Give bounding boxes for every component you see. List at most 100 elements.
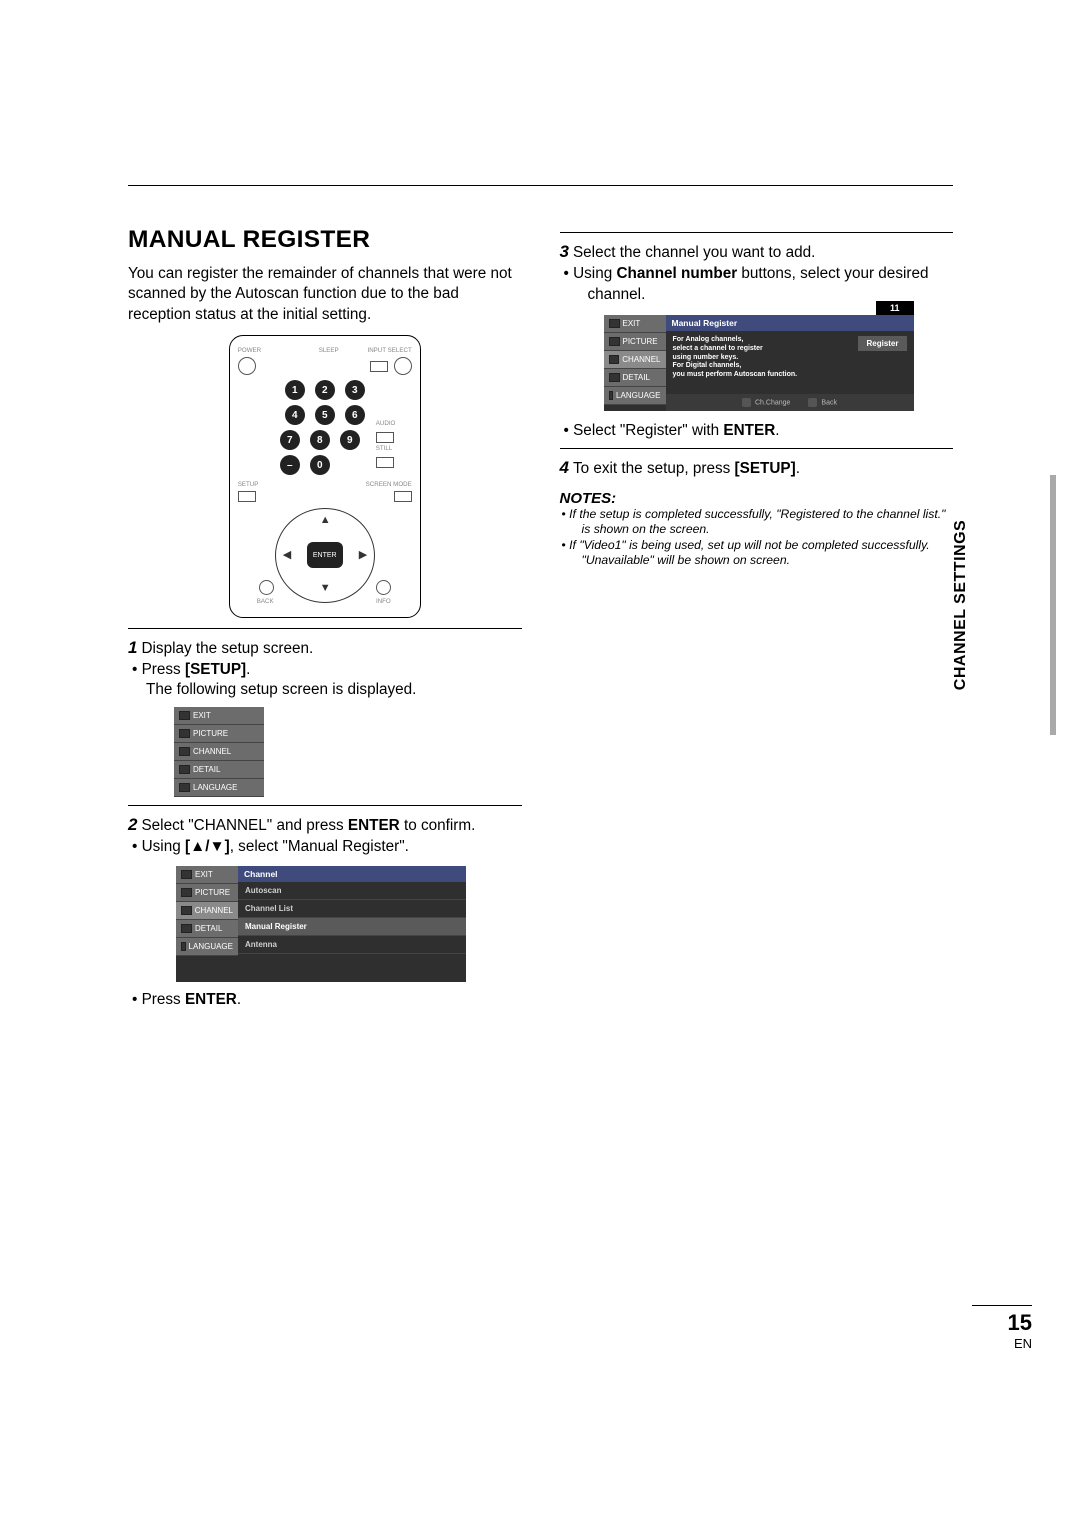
num-1: 1 bbox=[285, 380, 305, 400]
input-label: INPUT SELECT bbox=[367, 347, 411, 354]
osd2-item-exit: EXIT bbox=[176, 866, 238, 884]
osd2-header: Channel bbox=[238, 866, 466, 882]
note-2: If "Video1" is being used, set up will n… bbox=[574, 538, 954, 569]
osd3-item-language: LANGUAGE bbox=[604, 387, 666, 405]
step-3: 3Select the channel you want to add. bbox=[560, 241, 954, 264]
left-column: MANUAL REGISTER You can register the rem… bbox=[128, 226, 522, 1010]
page-number: 15 bbox=[1008, 1310, 1032, 1336]
osd3-item-detail: DETAIL bbox=[604, 369, 666, 387]
enter-button: ENTER bbox=[307, 542, 343, 568]
osd3-header: Manual Register bbox=[666, 315, 914, 331]
info-button bbox=[376, 580, 391, 595]
power-button bbox=[238, 357, 256, 375]
num-6: 6 bbox=[345, 405, 365, 425]
num-9: 9 bbox=[340, 430, 360, 450]
back-icon bbox=[808, 398, 817, 407]
exit-icon bbox=[179, 711, 190, 720]
right-arrow-icon: ▶ bbox=[359, 548, 367, 561]
still-button bbox=[376, 457, 394, 468]
osd3-footer: Ch.Change Back bbox=[666, 394, 914, 411]
up-arrow-icon: ▲ bbox=[320, 514, 331, 526]
step-2-bullet-1: Using [▲/▼], select "Manual Register". bbox=[146, 837, 522, 858]
step-4: 4To exit the setup, press [SETUP]. bbox=[560, 457, 954, 480]
language-icon bbox=[179, 783, 190, 792]
sleep-button bbox=[370, 361, 388, 372]
keypad-icon bbox=[742, 398, 751, 407]
dpad: ▲ ▼ ◀ ▶ ENTER BACK INFO bbox=[265, 508, 385, 603]
exit-icon bbox=[181, 870, 192, 879]
section-tab-label: CHANNEL SETTINGS bbox=[952, 520, 970, 690]
osd3-item-exit: EXIT bbox=[604, 315, 666, 333]
language-icon bbox=[609, 391, 614, 400]
step-2-bullet-2: Press ENTER. bbox=[146, 990, 522, 1011]
setup-label: SETUP bbox=[238, 481, 259, 488]
detail-icon bbox=[181, 924, 192, 933]
osd2-item-picture: PICTURE bbox=[176, 884, 238, 902]
osd3-item-channel: CHANNEL bbox=[604, 351, 666, 369]
down-arrow-icon: ▼ bbox=[320, 582, 331, 594]
power-label: POWER bbox=[238, 347, 261, 354]
osd-item-picture: PICTURE bbox=[174, 725, 264, 743]
osd2-item-channel: CHANNEL bbox=[176, 902, 238, 920]
osd-manual-register: EXIT PICTURE CHANNEL DETAIL LANGUAGE Man… bbox=[604, 315, 914, 411]
step-3-bullet-1: Using Channel number buttons, select you… bbox=[578, 264, 954, 305]
page-language: EN bbox=[1014, 1336, 1032, 1351]
num-5: 5 bbox=[315, 405, 335, 425]
picture-icon bbox=[181, 888, 192, 897]
osd-item-language: LANGUAGE bbox=[174, 779, 264, 797]
screen-label: SCREEN MODE bbox=[366, 481, 412, 488]
detail-icon bbox=[609, 373, 620, 382]
channel-icon bbox=[179, 747, 190, 756]
note-1: If the setup is completed successfully, … bbox=[574, 507, 954, 538]
step-1-bullet-1: Press [SETUP]. bbox=[146, 660, 522, 681]
remote-diagram: POWER SLEEP INPUT SELECT 123 456 78 bbox=[229, 335, 421, 618]
step-1-after: The following setup screen is displayed. bbox=[146, 681, 522, 699]
back-label: BACK bbox=[257, 598, 274, 605]
notes-heading: NOTES: bbox=[560, 490, 954, 507]
still-label: STILL bbox=[376, 445, 393, 452]
num-8: 8 bbox=[310, 430, 330, 450]
audio-button bbox=[376, 432, 394, 443]
osd-setup-menu: EXIT PICTURE CHANNEL DETAIL LANGUAGE bbox=[174, 707, 264, 797]
picture-icon bbox=[179, 729, 190, 738]
input-button bbox=[394, 357, 412, 375]
num-0: 0 bbox=[310, 455, 330, 475]
osd2-item-detail: DETAIL bbox=[176, 920, 238, 938]
page-number-rule bbox=[972, 1305, 1032, 1306]
right-column: 3Select the channel you want to add. Usi… bbox=[560, 226, 954, 1010]
step-1: 1Display the setup screen. bbox=[128, 637, 522, 660]
osd2-row-manual-register: Manual Register bbox=[238, 918, 466, 936]
audio-label: AUDIO bbox=[376, 420, 396, 427]
num-7: 7 bbox=[280, 430, 300, 450]
language-icon bbox=[181, 942, 186, 951]
osd2-row-autoscan: Autoscan bbox=[238, 882, 466, 900]
channel-indicator: 11 bbox=[876, 301, 914, 315]
num-4: 4 bbox=[285, 405, 305, 425]
num-2: 2 bbox=[315, 380, 335, 400]
setup-button bbox=[238, 491, 256, 502]
back-button bbox=[259, 580, 274, 595]
register-box: Register bbox=[858, 336, 906, 351]
sleep-label: SLEEP bbox=[319, 347, 339, 354]
osd3-item-picture: PICTURE bbox=[604, 333, 666, 351]
section-tab: CHANNEL SETTINGS bbox=[1028, 475, 1050, 735]
page-title: MANUAL REGISTER bbox=[128, 226, 522, 254]
num-3: 3 bbox=[345, 380, 365, 400]
left-arrow-icon: ◀ bbox=[283, 548, 291, 561]
num-dash: – bbox=[280, 455, 300, 475]
top-rule bbox=[128, 185, 953, 186]
picture-icon bbox=[609, 337, 620, 346]
channel-icon bbox=[609, 355, 620, 364]
channel-icon bbox=[181, 906, 192, 915]
step-3-bullet-2: Select "Register" with ENTER. bbox=[578, 421, 954, 442]
screen-button bbox=[394, 491, 412, 502]
osd-channel-menu: EXIT PICTURE CHANNEL DETAIL LANGUAGE Cha… bbox=[176, 866, 466, 982]
exit-icon bbox=[609, 319, 620, 328]
osd-item-exit: EXIT bbox=[174, 707, 264, 725]
osd2-row-antenna: Antenna bbox=[238, 936, 466, 954]
info-label: INFO bbox=[376, 598, 391, 605]
osd2-item-language: LANGUAGE bbox=[176, 938, 238, 956]
step-2: 2Select "CHANNEL" and press ENTER to con… bbox=[128, 814, 522, 837]
osd-item-detail: DETAIL bbox=[174, 761, 264, 779]
osd2-row-channel-list: Channel List bbox=[238, 900, 466, 918]
